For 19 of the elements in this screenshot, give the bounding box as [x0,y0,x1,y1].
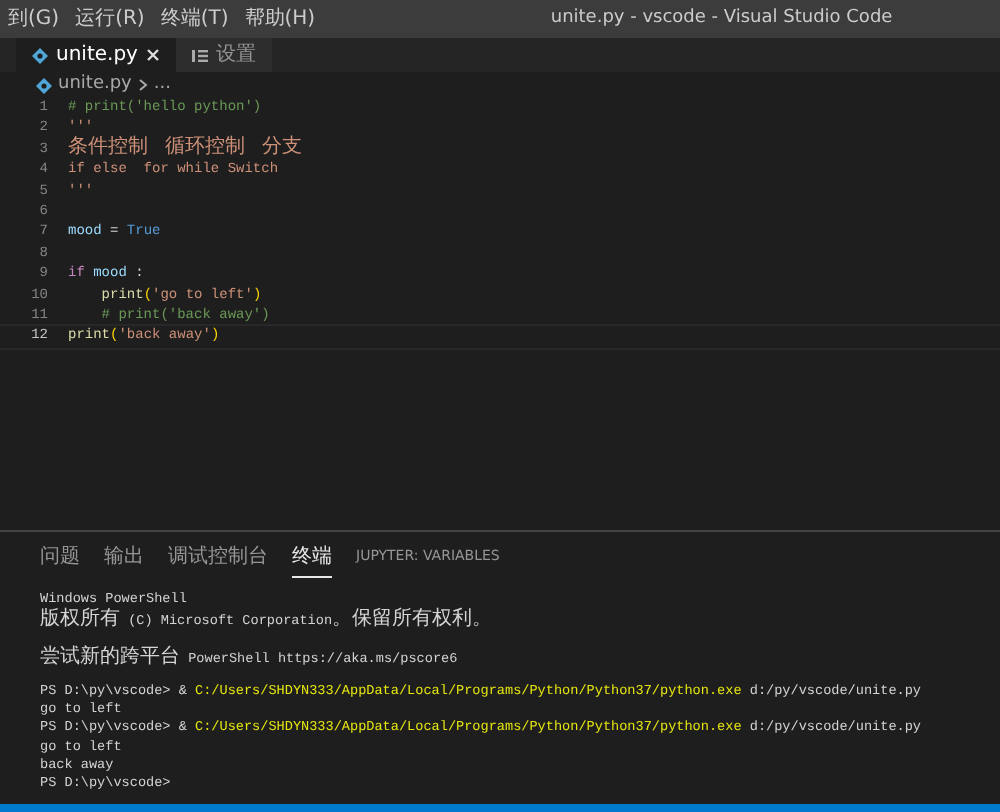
python-file-icon [36,77,52,93]
close-icon [145,48,160,62]
breadcrumb-item[interactable]: unite.py [58,71,132,99]
panel-tab[interactable]: 问题 [40,542,80,578]
panel-tab[interactable]: 调试控制台 [168,542,268,578]
menu-item[interactable]: 帮助(H) [236,4,324,34]
breadcrumb-item[interactable]: ... [153,71,171,99]
list-icon [191,47,208,63]
panel-tab[interactable]: 输出 [104,542,144,578]
editor-tab[interactable]: 设置 [175,38,272,72]
editor-tab[interactable]: unite.py [16,38,176,72]
menu-item[interactable]: 终端(T) [152,4,237,34]
chevron-icon [137,78,148,92]
panel-tab[interactable]: 终端 [292,542,332,578]
python-file-icon [32,47,48,63]
code-line: 条件控制 循环控制 分支 [68,138,302,161]
menu-item[interactable]: 到(G) [0,4,68,34]
window-title: unite.py - vscode - Visual Studio Code [548,5,895,32]
menu-item[interactable]: 运行(R) [67,4,153,34]
